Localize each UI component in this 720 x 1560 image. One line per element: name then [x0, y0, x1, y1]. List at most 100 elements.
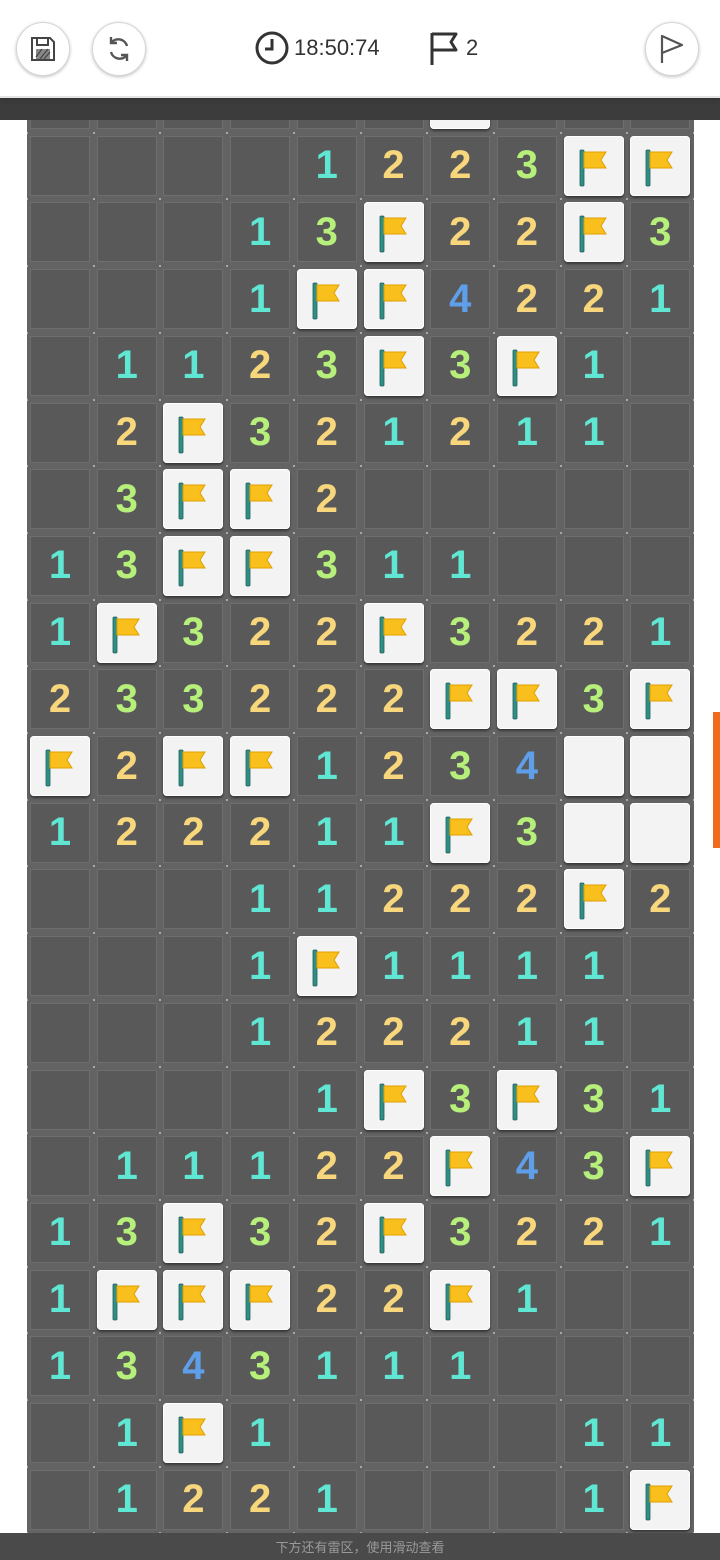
number-cell[interactable]: 1: [96, 1136, 157, 1197]
flagged-cell[interactable]: [163, 469, 224, 530]
number-cell[interactable]: 1: [30, 1269, 90, 1330]
number-cell[interactable]: 2: [96, 802, 157, 863]
number-cell[interactable]: 3: [230, 1202, 291, 1263]
number-cell[interactable]: 1: [496, 1269, 557, 1330]
flagged-cell[interactable]: [630, 1469, 691, 1530]
number-cell[interactable]: 3: [296, 202, 357, 263]
number-cell[interactable]: 1: [230, 202, 291, 263]
number-cell[interactable]: 2: [96, 402, 157, 463]
number-cell[interactable]: 3: [96, 1336, 157, 1397]
number-cell[interactable]: 3: [563, 1069, 624, 1130]
number-cell[interactable]: 1: [630, 1069, 691, 1130]
flagged-cell[interactable]: [430, 802, 491, 863]
number-cell[interactable]: 2: [630, 869, 691, 930]
flagged-cell[interactable]: [163, 402, 224, 463]
number-cell[interactable]: 1: [163, 1136, 224, 1197]
number-cell[interactable]: 1: [296, 1069, 357, 1130]
number-cell[interactable]: 2: [363, 1002, 424, 1063]
number-cell[interactable]: 2: [230, 335, 291, 396]
flagged-cell[interactable]: [496, 669, 557, 730]
number-cell[interactable]: 1: [96, 335, 157, 396]
number-cell[interactable]: 1: [30, 1336, 90, 1397]
number-cell[interactable]: 2: [96, 736, 157, 796]
flagged-cell[interactable]: [496, 335, 557, 396]
number-cell[interactable]: 1: [630, 602, 691, 663]
number-cell[interactable]: 2: [296, 1136, 357, 1197]
number-cell[interactable]: 1: [430, 936, 491, 997]
number-cell[interactable]: 2: [296, 1002, 357, 1063]
number-cell[interactable]: 4: [163, 1336, 224, 1397]
covered-cell[interactable]: [563, 736, 624, 796]
number-cell[interactable]: 1: [563, 1403, 624, 1463]
flagged-cell[interactable]: [563, 202, 624, 263]
number-cell[interactable]: 4: [496, 1136, 557, 1197]
number-cell[interactable]: 2: [363, 1269, 424, 1330]
number-cell[interactable]: 2: [496, 269, 557, 330]
flagged-cell[interactable]: [363, 1202, 424, 1263]
number-cell[interactable]: 1: [496, 936, 557, 997]
flagged-cell[interactable]: [296, 269, 357, 330]
number-cell[interactable]: 1: [296, 869, 357, 930]
number-cell[interactable]: 2: [363, 869, 424, 930]
number-cell[interactable]: 1: [363, 402, 424, 463]
number-cell[interactable]: 2: [563, 602, 624, 663]
number-cell[interactable]: 2: [296, 1202, 357, 1263]
scroll-indicator[interactable]: [713, 712, 720, 848]
number-cell[interactable]: 2: [163, 802, 224, 863]
flagged-cell[interactable]: [363, 202, 424, 263]
covered-cell[interactable]: [563, 802, 624, 863]
number-cell[interactable]: 1: [30, 802, 90, 863]
number-cell[interactable]: 2: [363, 135, 424, 196]
flagged-cell[interactable]: [230, 1269, 291, 1330]
number-cell[interactable]: 3: [563, 1136, 624, 1197]
number-cell[interactable]: 2: [230, 802, 291, 863]
number-cell[interactable]: 3: [163, 669, 224, 730]
number-cell[interactable]: 1: [496, 1002, 557, 1063]
flagged-cell[interactable]: [363, 1069, 424, 1130]
number-cell[interactable]: 2: [296, 469, 357, 530]
number-cell[interactable]: 1: [496, 402, 557, 463]
flagged-cell[interactable]: [363, 269, 424, 330]
number-cell[interactable]: 2: [430, 135, 491, 196]
number-cell[interactable]: 3: [96, 469, 157, 530]
number-cell[interactable]: 2: [296, 669, 357, 730]
number-cell[interactable]: 1: [230, 1002, 291, 1063]
flagged-cell[interactable]: [230, 469, 291, 530]
number-cell[interactable]: 1: [363, 535, 424, 596]
number-cell[interactable]: 1: [363, 936, 424, 997]
number-cell[interactable]: 2: [430, 869, 491, 930]
number-cell[interactable]: 1: [30, 1202, 90, 1263]
number-cell[interactable]: 1: [230, 936, 291, 997]
minefield[interactable]: 1222122313223142211123312321211321331113…: [27, 96, 694, 1536]
number-cell[interactable]: 3: [230, 402, 291, 463]
minefield-viewport[interactable]: 1222122313223142211123312321211321331113…: [27, 96, 694, 1536]
number-cell[interactable]: 3: [430, 736, 491, 796]
number-cell[interactable]: 1: [296, 736, 357, 796]
number-cell[interactable]: 3: [96, 1202, 157, 1263]
restart-button[interactable]: [92, 22, 146, 76]
number-cell[interactable]: 1: [230, 1403, 291, 1463]
flagged-cell[interactable]: [363, 335, 424, 396]
flagged-cell[interactable]: [230, 535, 291, 596]
number-cell[interactable]: 2: [496, 1202, 557, 1263]
number-cell[interactable]: 2: [296, 1269, 357, 1330]
number-cell[interactable]: 2: [30, 669, 90, 730]
flag-mode-button[interactable]: [645, 22, 699, 76]
flagged-cell[interactable]: [630, 1136, 691, 1197]
number-cell[interactable]: 1: [630, 1202, 691, 1263]
number-cell[interactable]: 2: [496, 202, 557, 263]
number-cell[interactable]: 1: [30, 602, 90, 663]
flagged-cell[interactable]: [96, 602, 157, 663]
number-cell[interactable]: 1: [563, 1469, 624, 1530]
number-cell[interactable]: 3: [496, 802, 557, 863]
number-cell[interactable]: 3: [563, 669, 624, 730]
number-cell[interactable]: 1: [230, 269, 291, 330]
number-cell[interactable]: 1: [363, 802, 424, 863]
flagged-cell[interactable]: [163, 736, 224, 796]
number-cell[interactable]: 1: [430, 1336, 491, 1397]
number-cell[interactable]: 4: [496, 736, 557, 796]
number-cell[interactable]: 1: [296, 1336, 357, 1397]
number-cell[interactable]: 1: [563, 335, 624, 396]
number-cell[interactable]: 1: [296, 802, 357, 863]
number-cell[interactable]: 1: [630, 269, 691, 330]
